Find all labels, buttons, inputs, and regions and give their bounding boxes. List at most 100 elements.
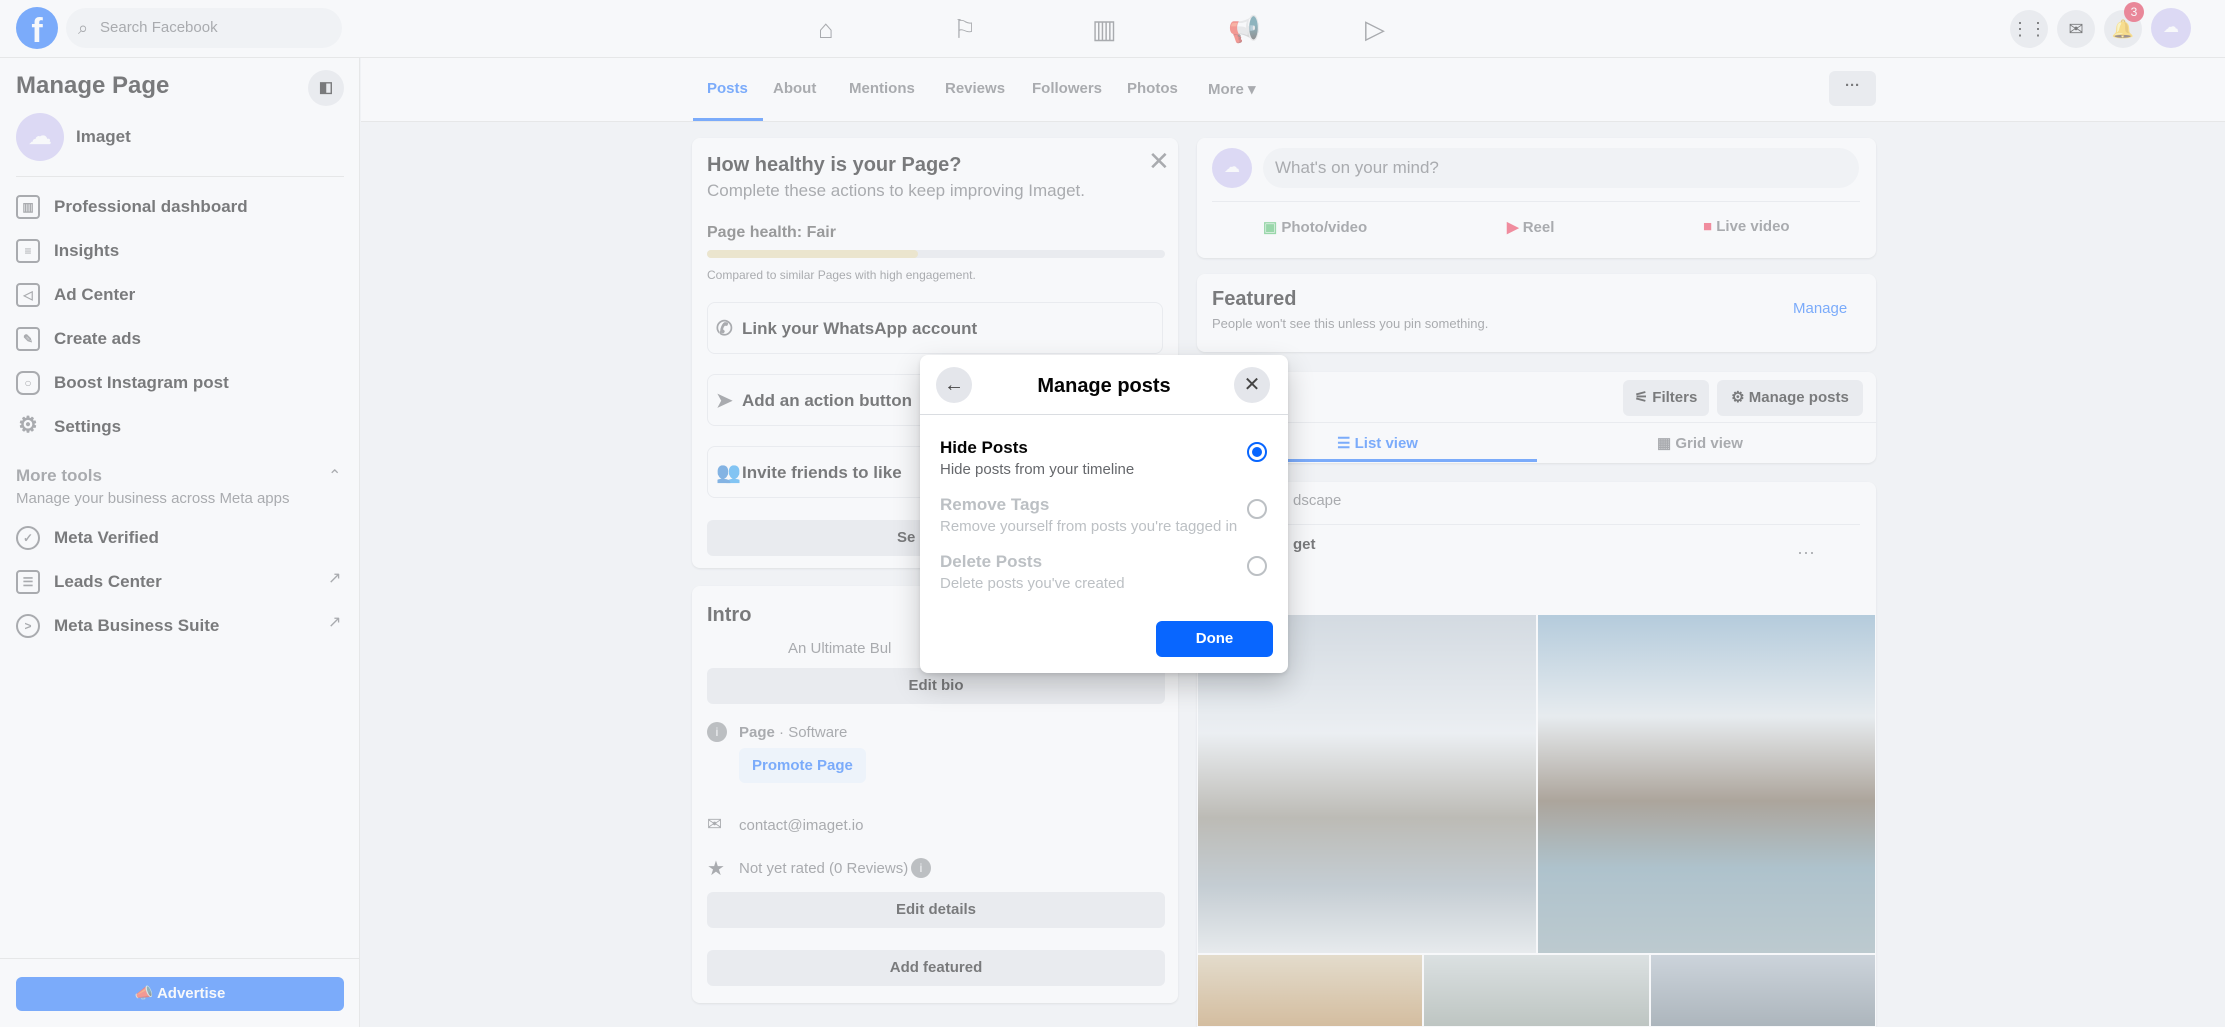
page-avatar: ☁	[1212, 148, 1252, 188]
option-delete-posts[interactable]: Delete Posts Delete posts you've created	[940, 552, 1125, 592]
whatsapp-icon: ✆	[716, 318, 733, 340]
sidebar: Manage Page ◧ ☁ Imaget ▥ Professional das…	[0, 58, 360, 1027]
post-image-mountain[interactable]	[1650, 954, 1876, 1027]
option-hide-posts[interactable]: Hide Posts Hide posts from your timeline	[940, 438, 1134, 478]
tab-more[interactable]: More ▾	[1208, 80, 1256, 98]
divider	[0, 958, 360, 959]
post-options-icon[interactable]: ···	[1797, 542, 1815, 563]
account-avatar[interactable]: ☁	[2151, 8, 2191, 48]
instagram-icon: ○	[16, 371, 40, 395]
featured-manage-link[interactable]: Manage	[1793, 300, 1847, 317]
messenger-icon[interactable]: ✉	[2057, 10, 2095, 48]
featured-title: Featured	[1212, 288, 1297, 310]
divider	[920, 414, 1288, 415]
external-link-icon: ↗	[328, 570, 342, 587]
gear-icon: ⚙	[18, 412, 38, 437]
radio-hide-posts[interactable]	[1247, 442, 1267, 462]
sidebar-item-professional-dashboard[interactable]: ▥ Professional dashboard	[16, 195, 248, 219]
edit-details-button[interactable]: Edit details	[707, 892, 1165, 928]
manage-posts-button[interactable]: ⚙ Manage posts	[1717, 380, 1863, 416]
post-image-forest[interactable]	[1423, 954, 1650, 1027]
sidebar-item-boost-instagram[interactable]: ○ Boost Instagram post	[16, 371, 229, 395]
chevron-up-icon[interactable]: ⌃	[328, 466, 341, 486]
sidebar-item-ad-center[interactable]: ◁ Ad Center	[16, 283, 135, 307]
verified-icon: ✓	[16, 526, 40, 550]
done-button[interactable]: Done	[1156, 621, 1273, 657]
home-icon[interactable]: ⌂	[818, 14, 834, 45]
photo-video-button[interactable]: ▣ Photo/video	[1263, 218, 1367, 236]
sidebar-title: Manage Page	[16, 72, 170, 99]
contact-email[interactable]: contact@imaget.io	[739, 817, 863, 834]
page-avatar[interactable]: ☁	[16, 113, 64, 161]
dashboard-icon: ▥	[16, 195, 40, 219]
add-featured-button[interactable]: Add featured	[707, 950, 1165, 986]
sidebar-item-meta-verified[interactable]: ✓ Meta Verified	[16, 526, 159, 550]
tab-posts[interactable]: Posts	[707, 80, 748, 97]
sidebar-item-insights[interactable]: ≡ Insights	[16, 239, 119, 263]
category-label: Page	[739, 724, 775, 741]
collapse-sidebar-icon[interactable]: ◧	[308, 70, 344, 106]
option-remove-tags[interactable]: Remove Tags Remove yourself from posts yo…	[940, 495, 1237, 535]
list-view-tab[interactable]: ☰ List view	[1337, 434, 1418, 452]
info-icon: i	[707, 722, 727, 742]
health-subtitle: Complete these actions to keep improving…	[707, 181, 1085, 200]
edit-bio-button[interactable]: Edit bio	[707, 668, 1165, 704]
megaphone-icon[interactable]: 📢	[1228, 14, 1260, 45]
filters-button[interactable]: ⚟ Filters	[1623, 380, 1709, 416]
post-title: dscape	[1293, 492, 1342, 509]
leads-icon: ☰	[16, 570, 40, 594]
intro-bio: An Ultimate Bul	[788, 640, 892, 657]
more-options-button[interactable]: ···	[1829, 71, 1876, 106]
menu-grid-icon[interactable]: ⋮⋮	[2010, 10, 2048, 48]
page-name[interactable]: Imaget	[76, 127, 131, 147]
video-icon[interactable]: ▷	[1365, 14, 1385, 45]
tab-reviews[interactable]: Reviews	[945, 80, 1005, 97]
filters-icon: ⚟	[1634, 389, 1649, 406]
tab-about[interactable]: About	[773, 80, 816, 97]
radio-remove-tags[interactable]	[1247, 499, 1267, 519]
composer-input[interactable]: What's on your mind?	[1263, 148, 1859, 188]
divider	[1197, 422, 1876, 423]
tab-followers[interactable]: Followers	[1032, 80, 1102, 97]
dialog-title: Manage posts	[1037, 375, 1171, 397]
dashboard-icon[interactable]: ▥	[1092, 14, 1117, 45]
grid-icon: ▦	[1657, 435, 1672, 452]
health-note: Compared to similar Pages with high enga…	[707, 268, 976, 282]
search-input[interactable]: Search Facebook	[66, 8, 342, 48]
grid-view-tab[interactable]: ▦ Grid view	[1657, 434, 1743, 452]
promote-page-button[interactable]: Promote Page	[739, 748, 866, 783]
advertise-button[interactable]: 📣 Advertise	[16, 977, 344, 1011]
tab-mentions[interactable]: Mentions	[849, 80, 915, 97]
flag-icon[interactable]: ⚐	[953, 14, 976, 45]
post-image-lake-cabin[interactable]	[1537, 614, 1876, 954]
composer-card: ☁ What's on your mind? ▣ Photo/video ▶ R…	[1197, 138, 1876, 258]
active-tab-indicator	[693, 118, 763, 121]
featured-subtitle: People won't see this unless you pin som…	[1212, 316, 1489, 331]
divider	[1212, 524, 1860, 525]
rating-info-icon[interactable]: i	[911, 858, 931, 878]
sidebar-item-settings[interactable]: ⚙ Settings	[16, 412, 121, 439]
reel-button[interactable]: ▶ Reel	[1507, 218, 1554, 236]
sidebar-item-create-ads[interactable]: ✎ Create ads	[16, 327, 141, 351]
manage-posts-dialog: ← Manage posts ✕ Hide Posts Hide posts fr…	[920, 355, 1288, 673]
live-video-button[interactable]: ■ Live video	[1703, 218, 1790, 235]
post-author[interactable]: get	[1293, 536, 1316, 553]
tab-photos[interactable]: Photos	[1127, 80, 1178, 97]
people-icon: 👥	[716, 462, 741, 484]
back-arrow-icon[interactable]: ←	[936, 367, 972, 403]
pencil-icon: ✎	[16, 327, 40, 351]
task-link-whatsapp[interactable]: ✆ Link your WhatsApp account	[707, 302, 1163, 354]
radio-delete-posts[interactable]	[1247, 556, 1267, 576]
megaphone-icon: ◁	[16, 283, 40, 307]
cursor-icon: ➤	[716, 390, 733, 412]
close-icon[interactable]: ✕	[1234, 367, 1270, 403]
post-card: dscape get ···	[1197, 482, 1876, 1027]
health-progress-fill	[707, 250, 918, 258]
insights-icon: ≡	[16, 239, 40, 263]
divider	[1212, 201, 1860, 202]
close-icon[interactable]: ✕	[1148, 146, 1170, 177]
sidebar-item-business-suite[interactable]: > Meta Business Suite	[16, 614, 219, 638]
facebook-logo[interactable]: f	[16, 7, 58, 50]
post-image-autumn[interactable]	[1197, 954, 1423, 1027]
sidebar-item-leads-center[interactable]: ☰ Leads Center	[16, 570, 162, 594]
